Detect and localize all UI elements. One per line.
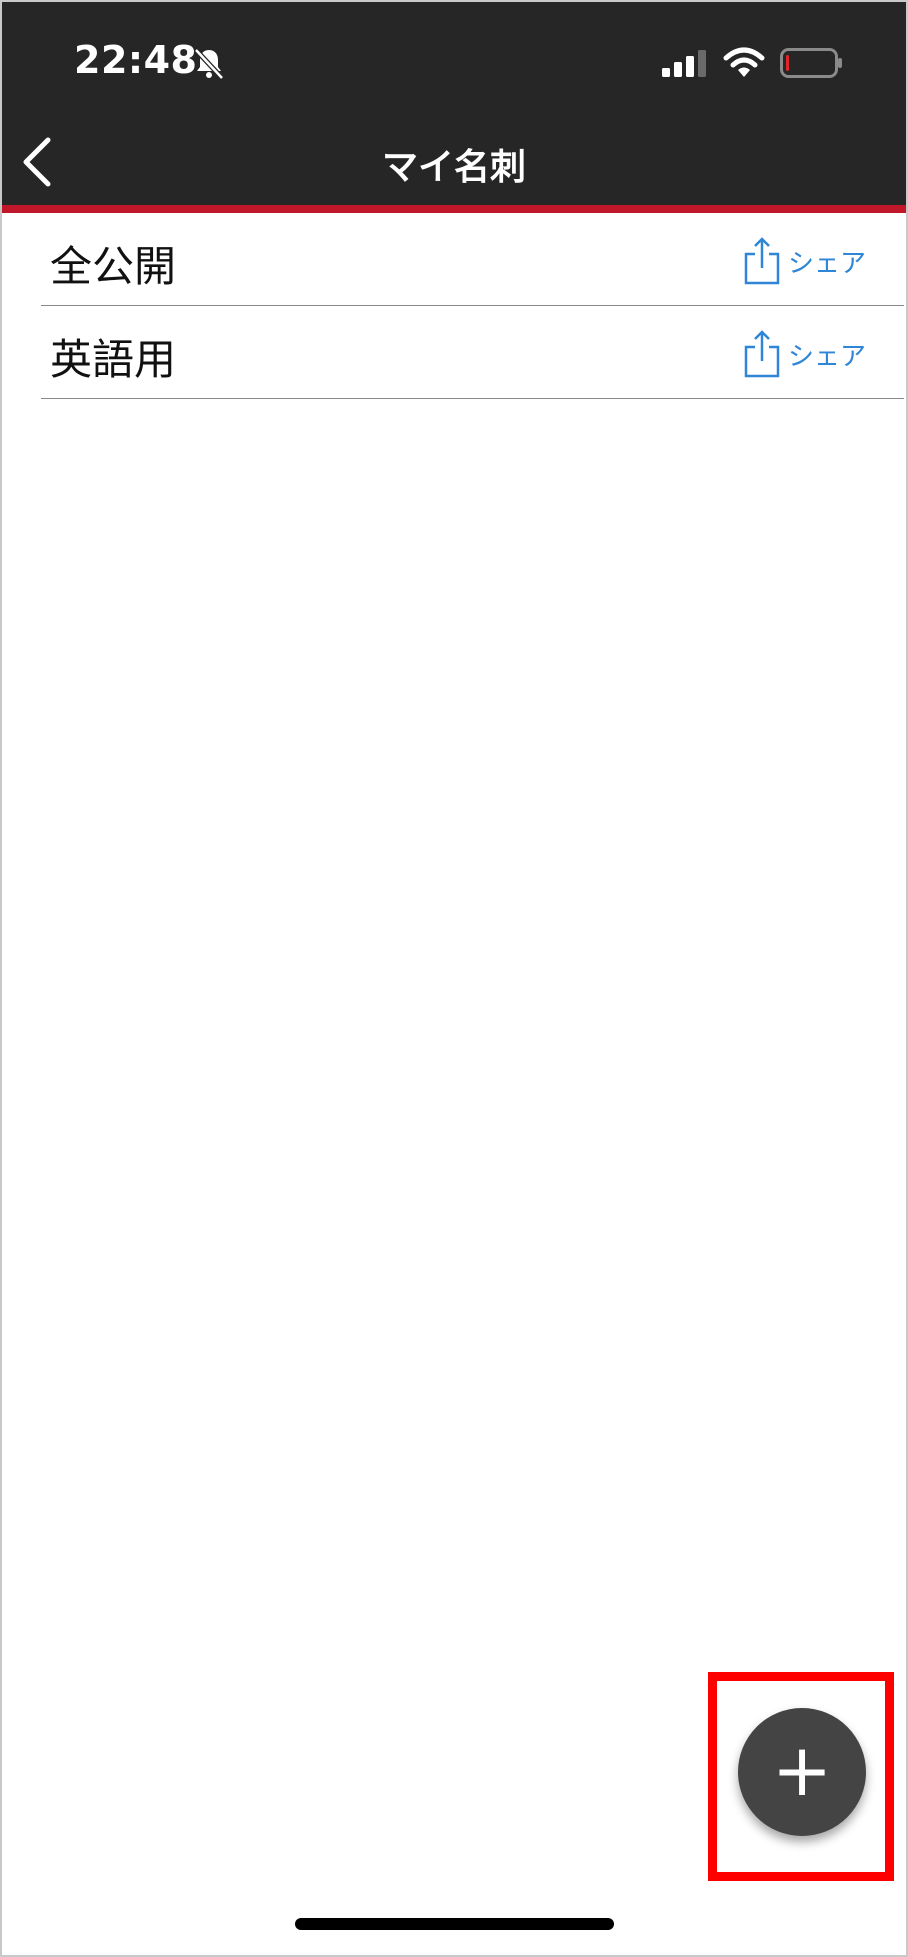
wifi-icon (723, 47, 765, 77)
card-name: 全公開 (50, 242, 177, 291)
share-button[interactable]: シェア (742, 235, 866, 287)
share-icon (744, 237, 780, 285)
card-name: 英語用 (50, 335, 177, 384)
share-label: シェア (787, 248, 866, 279)
share-label: シェア (787, 341, 866, 372)
page-title: マイ名刺 (381, 147, 526, 188)
battery-low-icon (780, 48, 842, 78)
list-item[interactable]: 英語用 シェア (41, 306, 904, 399)
share-icon (744, 330, 780, 378)
header-accent-line (2, 205, 906, 213)
card-list: 全公開 シェア 英語用 シェア (41, 213, 904, 399)
list-item[interactable]: 全公開 シェア (41, 213, 904, 306)
status-time: 22:48 (74, 38, 198, 82)
cellular-signal-icon (662, 50, 706, 77)
share-button[interactable]: シェア (742, 328, 866, 380)
home-indicator[interactable] (295, 1918, 614, 1930)
add-card-button[interactable]: + (738, 1708, 866, 1836)
bell-slash-icon (194, 48, 224, 80)
